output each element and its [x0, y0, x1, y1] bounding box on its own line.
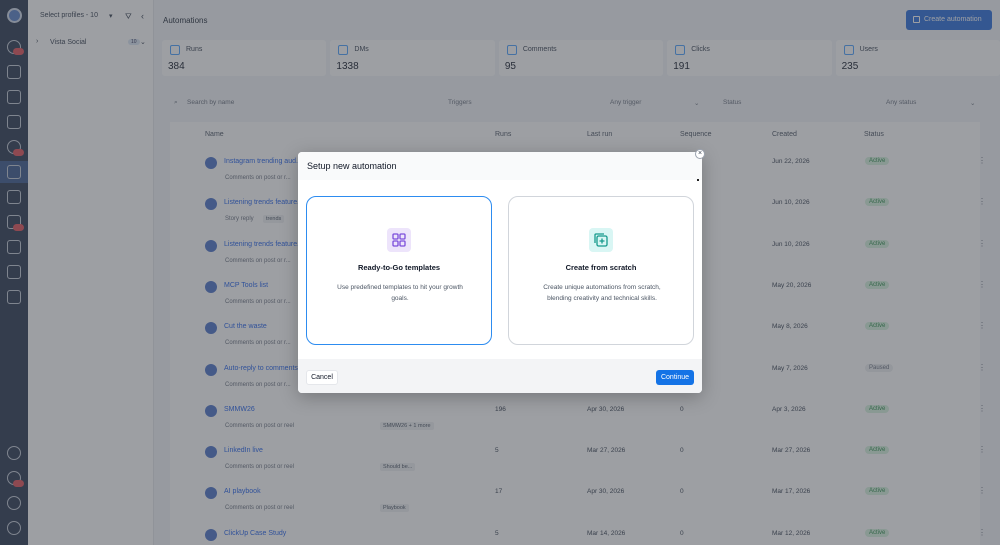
scrollbar[interactable]: [697, 179, 699, 181]
option-title: Ready-to-Go templates: [357, 263, 441, 272]
close-icon[interactable]: ×: [695, 149, 705, 159]
continue-button[interactable]: Continue: [656, 370, 694, 385]
add-square-icon: [589, 228, 613, 252]
option-title: Create from scratch: [565, 263, 637, 272]
scratch-option-card[interactable]: Create from scratch Create unique automa…: [508, 196, 694, 345]
cancel-button[interactable]: Cancel: [306, 370, 338, 385]
templates-option-card[interactable]: Ready-to-Go templates Use predefined tem…: [306, 196, 492, 345]
grid-icon: [387, 228, 411, 252]
setup-automation-modal: Setup new automation × Ready-to-Go templ…: [298, 149, 705, 393]
modal-footer: [298, 359, 702, 393]
option-description: Use predefined templates to hit your gro…: [337, 284, 463, 302]
option-description: Create unique automations from scratch, …: [543, 284, 661, 302]
modal-header: Setup new automation: [298, 152, 702, 180]
modal-title: Setup new automation: [307, 161, 397, 171]
